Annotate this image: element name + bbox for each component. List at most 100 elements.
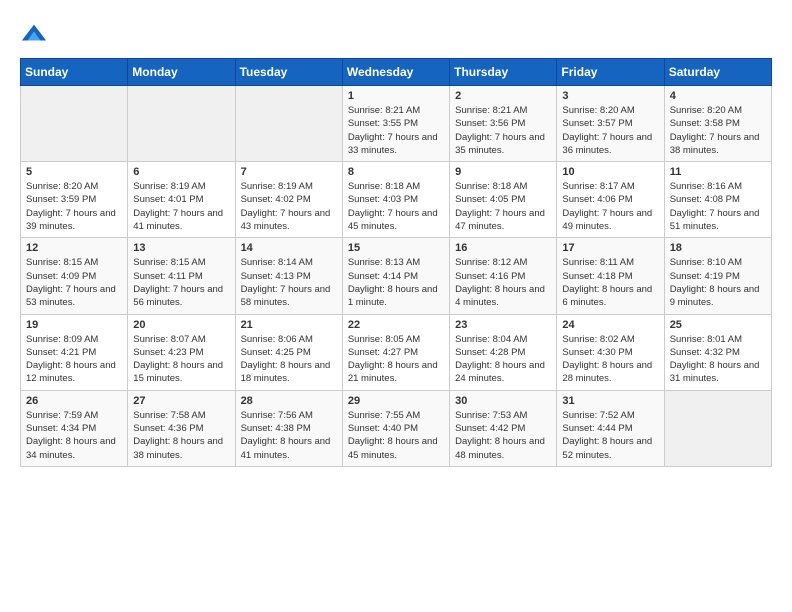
day-info: Sunrise: 8:16 AM Sunset: 4:08 PM Dayligh… xyxy=(670,180,766,233)
calendar-cell: 19 Sunrise: 8:09 AM Sunset: 4:21 PM Dayli… xyxy=(21,314,128,390)
calendar-cell: 2 Sunrise: 8:21 AM Sunset: 3:56 PM Daylig… xyxy=(450,86,557,162)
day-number: 27 xyxy=(133,395,229,407)
calendar-cell: 22 Sunrise: 8:05 AM Sunset: 4:27 PM Dayli… xyxy=(342,314,449,390)
calendar-table: SundayMondayTuesdayWednesdayThursdayFrid… xyxy=(20,58,772,467)
day-info: Sunrise: 8:20 AM Sunset: 3:58 PM Dayligh… xyxy=(670,104,766,157)
day-number: 16 xyxy=(455,242,551,254)
calendar-cell: 28 Sunrise: 7:56 AM Sunset: 4:38 PM Dayli… xyxy=(235,390,342,466)
day-number: 11 xyxy=(670,166,766,178)
calendar-cell: 7 Sunrise: 8:19 AM Sunset: 4:02 PM Daylig… xyxy=(235,162,342,238)
logo xyxy=(20,20,52,48)
calendar-cell: 9 Sunrise: 8:18 AM Sunset: 4:05 PM Daylig… xyxy=(450,162,557,238)
calendar-cell: 11 Sunrise: 8:16 AM Sunset: 4:08 PM Dayli… xyxy=(664,162,771,238)
calendar-cell: 4 Sunrise: 8:20 AM Sunset: 3:58 PM Daylig… xyxy=(664,86,771,162)
week-row-3: 12 Sunrise: 8:15 AM Sunset: 4:09 PM Dayli… xyxy=(21,238,772,314)
day-info: Sunrise: 8:13 AM Sunset: 4:14 PM Dayligh… xyxy=(348,256,444,309)
day-number: 2 xyxy=(455,90,551,102)
day-header-sunday: Sunday xyxy=(21,59,128,86)
day-header-friday: Friday xyxy=(557,59,664,86)
day-header-monday: Monday xyxy=(128,59,235,86)
day-number: 1 xyxy=(348,90,444,102)
day-number: 23 xyxy=(455,319,551,331)
day-info: Sunrise: 8:11 AM Sunset: 4:18 PM Dayligh… xyxy=(562,256,658,309)
day-number: 18 xyxy=(670,242,766,254)
day-number: 29 xyxy=(348,395,444,407)
calendar-cell: 24Sunrise: 8:02 AM Sunset: 4:30 PM Dayli… xyxy=(557,314,664,390)
day-info: Sunrise: 7:55 AM Sunset: 4:40 PM Dayligh… xyxy=(348,409,444,462)
day-number: 6 xyxy=(133,166,229,178)
day-info: Sunrise: 7:53 AM Sunset: 4:42 PM Dayligh… xyxy=(455,409,551,462)
days-header-row: SundayMondayTuesdayWednesdayThursdayFrid… xyxy=(21,59,772,86)
day-info: Sunrise: 8:19 AM Sunset: 4:02 PM Dayligh… xyxy=(241,180,337,233)
day-info: Sunrise: 8:09 AM Sunset: 4:21 PM Dayligh… xyxy=(26,333,122,386)
day-info: Sunrise: 8:05 AM Sunset: 4:27 PM Dayligh… xyxy=(348,333,444,386)
calendar-cell: 15 Sunrise: 8:13 AM Sunset: 4:14 PM Dayli… xyxy=(342,238,449,314)
calendar-cell: 31 Sunrise: 7:52 AM Sunset: 4:44 PM Dayli… xyxy=(557,390,664,466)
day-info: Sunrise: 7:58 AM Sunset: 4:36 PM Dayligh… xyxy=(133,409,229,462)
calendar-cell: 23 Sunrise: 8:04 AM Sunset: 4:28 PM Dayli… xyxy=(450,314,557,390)
day-number: 10 xyxy=(562,166,658,178)
day-number: 20 xyxy=(133,319,229,331)
calendar-cell xyxy=(128,86,235,162)
day-number: 31 xyxy=(562,395,658,407)
calendar-cell: 14Sunrise: 8:14 AM Sunset: 4:13 PM Dayli… xyxy=(235,238,342,314)
day-number: 4 xyxy=(670,90,766,102)
day-number: 22 xyxy=(348,319,444,331)
day-info: Sunrise: 8:21 AM Sunset: 3:56 PM Dayligh… xyxy=(455,104,551,157)
day-info: Sunrise: 8:17 AM Sunset: 4:06 PM Dayligh… xyxy=(562,180,658,233)
calendar-cell: 8 Sunrise: 8:18 AM Sunset: 4:03 PM Daylig… xyxy=(342,162,449,238)
day-number: 21 xyxy=(241,319,337,331)
day-number: 25 xyxy=(670,319,766,331)
day-info: Sunrise: 7:52 AM Sunset: 4:44 PM Dayligh… xyxy=(562,409,658,462)
calendar-cell: 26 Sunrise: 7:59 AM Sunset: 4:34 PM Dayli… xyxy=(21,390,128,466)
day-number: 12 xyxy=(26,242,122,254)
day-number: 28 xyxy=(241,395,337,407)
calendar-cell: 10 Sunrise: 8:17 AM Sunset: 4:06 PM Dayli… xyxy=(557,162,664,238)
day-info: Sunrise: 7:59 AM Sunset: 4:34 PM Dayligh… xyxy=(26,409,122,462)
day-info: Sunrise: 8:21 AM Sunset: 3:55 PM Dayligh… xyxy=(348,104,444,157)
day-number: 19 xyxy=(26,319,122,331)
day-header-saturday: Saturday xyxy=(664,59,771,86)
day-info: Sunrise: 8:20 AM Sunset: 3:57 PM Dayligh… xyxy=(562,104,658,157)
day-info: Sunrise: 8:15 AM Sunset: 4:11 PM Dayligh… xyxy=(133,256,229,309)
day-info: Sunrise: 8:07 AM Sunset: 4:23 PM Dayligh… xyxy=(133,333,229,386)
day-number: 7 xyxy=(241,166,337,178)
calendar-cell: 13 Sunrise: 8:15 AM Sunset: 4:11 PM Dayli… xyxy=(128,238,235,314)
calendar-cell: 6 Sunrise: 8:19 AM Sunset: 4:01 PM Daylig… xyxy=(128,162,235,238)
calendar-cell: 27 Sunrise: 7:58 AM Sunset: 4:36 PM Dayli… xyxy=(128,390,235,466)
calendar-cell xyxy=(235,86,342,162)
day-number: 13 xyxy=(133,242,229,254)
week-row-4: 19 Sunrise: 8:09 AM Sunset: 4:21 PM Dayli… xyxy=(21,314,772,390)
day-number: 15 xyxy=(348,242,444,254)
calendar-cell: 20 Sunrise: 8:07 AM Sunset: 4:23 PM Dayli… xyxy=(128,314,235,390)
day-number: 3 xyxy=(562,90,658,102)
day-info: Sunrise: 8:18 AM Sunset: 4:05 PM Dayligh… xyxy=(455,180,551,233)
day-info: Sunrise: 7:56 AM Sunset: 4:38 PM Dayligh… xyxy=(241,409,337,462)
calendar-cell: 1 Sunrise: 8:21 AM Sunset: 3:55 PM Daylig… xyxy=(342,86,449,162)
week-row-2: 5 Sunrise: 8:20 AM Sunset: 3:59 PM Daylig… xyxy=(21,162,772,238)
day-number: 26 xyxy=(26,395,122,407)
day-number: 5 xyxy=(26,166,122,178)
day-info: Sunrise: 8:18 AM Sunset: 4:03 PM Dayligh… xyxy=(348,180,444,233)
day-info: Sunrise: 8:19 AM Sunset: 4:01 PM Dayligh… xyxy=(133,180,229,233)
calendar-cell: 17 Sunrise: 8:11 AM Sunset: 4:18 PM Dayli… xyxy=(557,238,664,314)
week-row-1: 1 Sunrise: 8:21 AM Sunset: 3:55 PM Daylig… xyxy=(21,86,772,162)
day-number: 8 xyxy=(348,166,444,178)
calendar-cell xyxy=(664,390,771,466)
page-header xyxy=(20,20,772,48)
day-info: Sunrise: 8:04 AM Sunset: 4:28 PM Dayligh… xyxy=(455,333,551,386)
day-info: Sunrise: 8:15 AM Sunset: 4:09 PM Dayligh… xyxy=(26,256,122,309)
week-row-5: 26 Sunrise: 7:59 AM Sunset: 4:34 PM Dayli… xyxy=(21,390,772,466)
day-number: 9 xyxy=(455,166,551,178)
logo-icon xyxy=(20,20,48,48)
day-info: Sunrise: 8:12 AM Sunset: 4:16 PM Dayligh… xyxy=(455,256,551,309)
day-number: 17 xyxy=(562,242,658,254)
calendar-cell: 30 Sunrise: 7:53 AM Sunset: 4:42 PM Dayli… xyxy=(450,390,557,466)
day-header-wednesday: Wednesday xyxy=(342,59,449,86)
day-number: 30 xyxy=(455,395,551,407)
calendar-cell: 12 Sunrise: 8:15 AM Sunset: 4:09 PM Dayli… xyxy=(21,238,128,314)
calendar-cell: 21 Sunrise: 8:06 AM Sunset: 4:25 PM Dayli… xyxy=(235,314,342,390)
calendar-cell: 18Sunrise: 8:10 AM Sunset: 4:19 PM Dayli… xyxy=(664,238,771,314)
day-info: Sunrise: 8:06 AM Sunset: 4:25 PM Dayligh… xyxy=(241,333,337,386)
day-info: Sunrise: 8:20 AM Sunset: 3:59 PM Dayligh… xyxy=(26,180,122,233)
